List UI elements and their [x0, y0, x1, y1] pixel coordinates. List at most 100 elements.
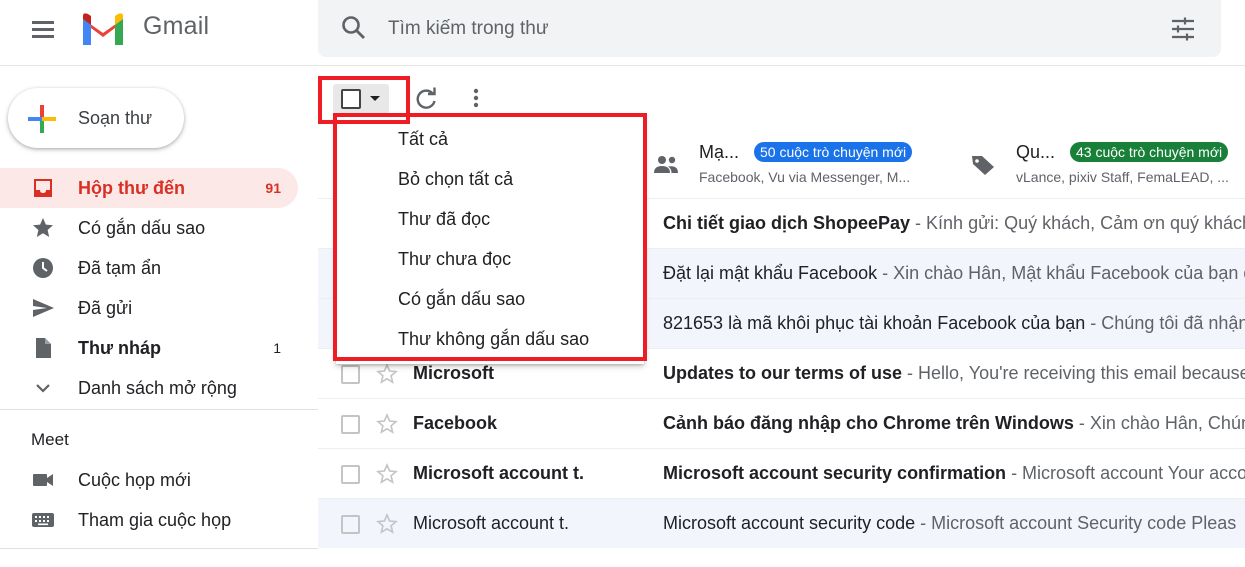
star-icon[interactable] — [376, 462, 398, 485]
people-icon — [654, 156, 678, 173]
sidebar-item-new-meeting[interactable]: Cuộc họp mới — [0, 460, 298, 500]
email-subject: Microsoft account security code — [663, 513, 916, 533]
email-subject: Đặt lại mật khẩu Facebook — [663, 263, 878, 283]
row-checkbox[interactable] — [341, 365, 360, 384]
email-snippet: - Chúng tôi đã nhận — [1085, 313, 1245, 333]
row-checkbox[interactable] — [341, 415, 360, 434]
unread-count: 91 — [265, 180, 281, 196]
star-icon[interactable] — [376, 412, 398, 435]
sidebar-divider — [0, 548, 318, 549]
sidebar-item-label: Hộp thư đến — [78, 178, 186, 198]
row-checkbox[interactable] — [341, 515, 360, 534]
email-subject: Updates to our terms of use — [663, 363, 903, 383]
tab-name: Qu... — [1016, 142, 1056, 162]
menu-item-label: Có gắn dấu sao — [398, 289, 526, 309]
inbox-icon — [34, 179, 52, 197]
tab-senders: vLance, pixiv Staff, FemaLEAD, ... — [1016, 169, 1229, 185]
chevron-down-icon — [36, 384, 50, 393]
email-sender: Microsoft — [413, 363, 494, 383]
more-vert-icon[interactable] — [466, 86, 486, 112]
refresh-icon[interactable] — [413, 86, 439, 112]
sidebar-item-label: Thư nháp — [78, 338, 162, 358]
search-icon[interactable] — [340, 14, 368, 42]
sidebar-item-label: Có gắn dấu sao — [78, 218, 206, 238]
sidebar-item-label: Tham gia cuộc họp — [78, 510, 232, 530]
menu-item-label: Thư không gắn dấu sao — [398, 329, 590, 349]
email-row[interactable]: Microsoft account t. Microsoft account se… — [318, 448, 1245, 498]
email-subject: Chi tiết giao dịch ShopeePay — [663, 213, 911, 233]
search-input[interactable] — [388, 14, 1088, 44]
keyboard-icon — [32, 513, 54, 527]
email-sender: Microsoft account t. — [413, 463, 585, 483]
sidebar-item-snoozed[interactable]: Đã tạm ẩn — [0, 248, 298, 288]
video-icon — [33, 474, 53, 486]
select-all-checkbox[interactable] — [341, 89, 361, 109]
tab-social[interactable]: Mạ... 50 cuộc trò chuyện mới Facebook, V… — [653, 128, 945, 198]
sidebar-item-join-meeting[interactable]: Tham gia cuộc họp — [0, 500, 298, 540]
select-menu-item-all[interactable]: Tất cả — [336, 118, 644, 158]
email-preview: Cảnh báo đăng nhập cho Chrome trên Windo… — [663, 413, 1245, 434]
sidebar-divider — [0, 409, 318, 410]
menu-item-label: Thư đã đọc — [398, 209, 491, 229]
email-row[interactable]: Facebook Cảnh báo đăng nhập cho Chrome tr… — [318, 398, 1245, 448]
sidebar-item-label: Đã tạm ẩn — [78, 258, 162, 278]
tag-icon — [972, 156, 994, 175]
tab-promotions[interactable]: Qu... 43 cuộc trò chuyện mới vLance, pix… — [970, 128, 1245, 198]
meet-section-title: Meet — [31, 430, 69, 449]
star-icon[interactable] — [376, 512, 398, 535]
send-icon — [33, 299, 54, 317]
sidebar-item-label: Đã gửi — [78, 298, 133, 318]
compose-button[interactable]: Soạn thư — [8, 88, 184, 148]
email-snippet: - Hello, You're receiving this email bec… — [902, 363, 1245, 383]
star-icon — [33, 218, 53, 237]
sidebar-item-label: Cuộc họp mới — [78, 470, 191, 490]
plus-icon — [28, 105, 56, 133]
select-menu-item-none[interactable]: Bỏ chọn tất cả — [336, 158, 644, 198]
sidebar-item-more[interactable]: Danh sách mở rộng — [0, 368, 298, 408]
select-all-dropdown[interactable] — [333, 84, 389, 114]
new-conversations-badge: 43 cuộc trò chuyện mới — [1070, 142, 1229, 162]
email-preview: Microsoft account security code - Micros… — [663, 513, 1245, 534]
caret-down-icon[interactable] — [370, 96, 380, 101]
main-menu-button[interactable] — [22, 16, 64, 42]
email-preview: Chi tiết giao dịch ShopeePay - Kính gửi:… — [663, 213, 1245, 234]
select-menu-item-unstarred[interactable]: Thư không gắn dấu sao — [336, 318, 644, 358]
sidebar-item-starred[interactable]: Có gắn dấu sao — [0, 208, 298, 248]
email-subject: Microsoft account security confirmation — [663, 463, 1007, 483]
email-preview: 821653 là mã khôi phục tài khoản Faceboo… — [663, 313, 1245, 334]
top-header: Gmail — [0, 0, 1245, 66]
menu-item-label: Bỏ chọn tất cả — [398, 169, 514, 189]
email-snippet: - Microsoft account Your accou — [1006, 463, 1245, 483]
select-menu-item-read[interactable]: Thư đã đọc — [336, 198, 644, 238]
sidebar-item-sent[interactable]: Đã gửi — [0, 288, 298, 328]
search-bar — [318, 0, 1221, 57]
email-snippet: - Xin chào Hân, Mật khẩu Facebook của bạ… — [877, 263, 1245, 283]
tab-senders: Facebook, Vu via Messenger, M... — [699, 169, 911, 185]
select-menu: Tất cả Bỏ chọn tất cả Thư đã đọc Thư chư… — [336, 116, 644, 364]
search-options-icon[interactable] — [1170, 16, 1196, 42]
app-name: Gmail — [143, 12, 210, 40]
email-preview: Microsoft account security confirmation … — [663, 463, 1245, 484]
select-menu-item-starred[interactable]: Có gắn dấu sao — [336, 278, 644, 318]
star-icon[interactable] — [376, 362, 398, 385]
tab-name: Mạ... — [699, 142, 740, 162]
email-row[interactable]: Microsoft account t. Microsoft account se… — [318, 498, 1245, 548]
email-subject: Cảnh báo đăng nhập cho Chrome trên Windo… — [663, 413, 1074, 433]
draft-icon — [36, 338, 51, 358]
email-preview: Đặt lại mật khẩu Facebook - Xin chào Hân… — [663, 263, 1245, 284]
email-sender: Facebook — [413, 413, 498, 433]
email-subject: 821653 là mã khôi phục tài khoản Faceboo… — [663, 313, 1086, 333]
row-checkbox[interactable] — [341, 465, 360, 484]
menu-item-label: Tất cả — [398, 129, 449, 149]
email-snippet: - Kính gửi: Quý khách, Cảm ơn quý khách … — [910, 213, 1245, 233]
email-sender: Microsoft account t. — [413, 513, 570, 533]
email-preview: Updates to our terms of use - Hello, You… — [663, 363, 1245, 384]
gmail-logo-icon[interactable] — [80, 11, 126, 47]
sidebar-item-drafts[interactable]: Thư nháp 1 — [0, 328, 298, 368]
menu-item-label: Thư chưa đọc — [398, 249, 512, 269]
email-snippet: - Microsoft account Security code Pleas — [915, 513, 1237, 533]
select-menu-item-unread[interactable]: Thư chưa đọc — [336, 238, 644, 278]
clock-icon — [33, 258, 53, 278]
sidebar-item-inbox[interactable]: Hộp thư đến 91 — [0, 168, 298, 208]
sidebar-item-label: Danh sách mở rộng — [78, 378, 237, 398]
